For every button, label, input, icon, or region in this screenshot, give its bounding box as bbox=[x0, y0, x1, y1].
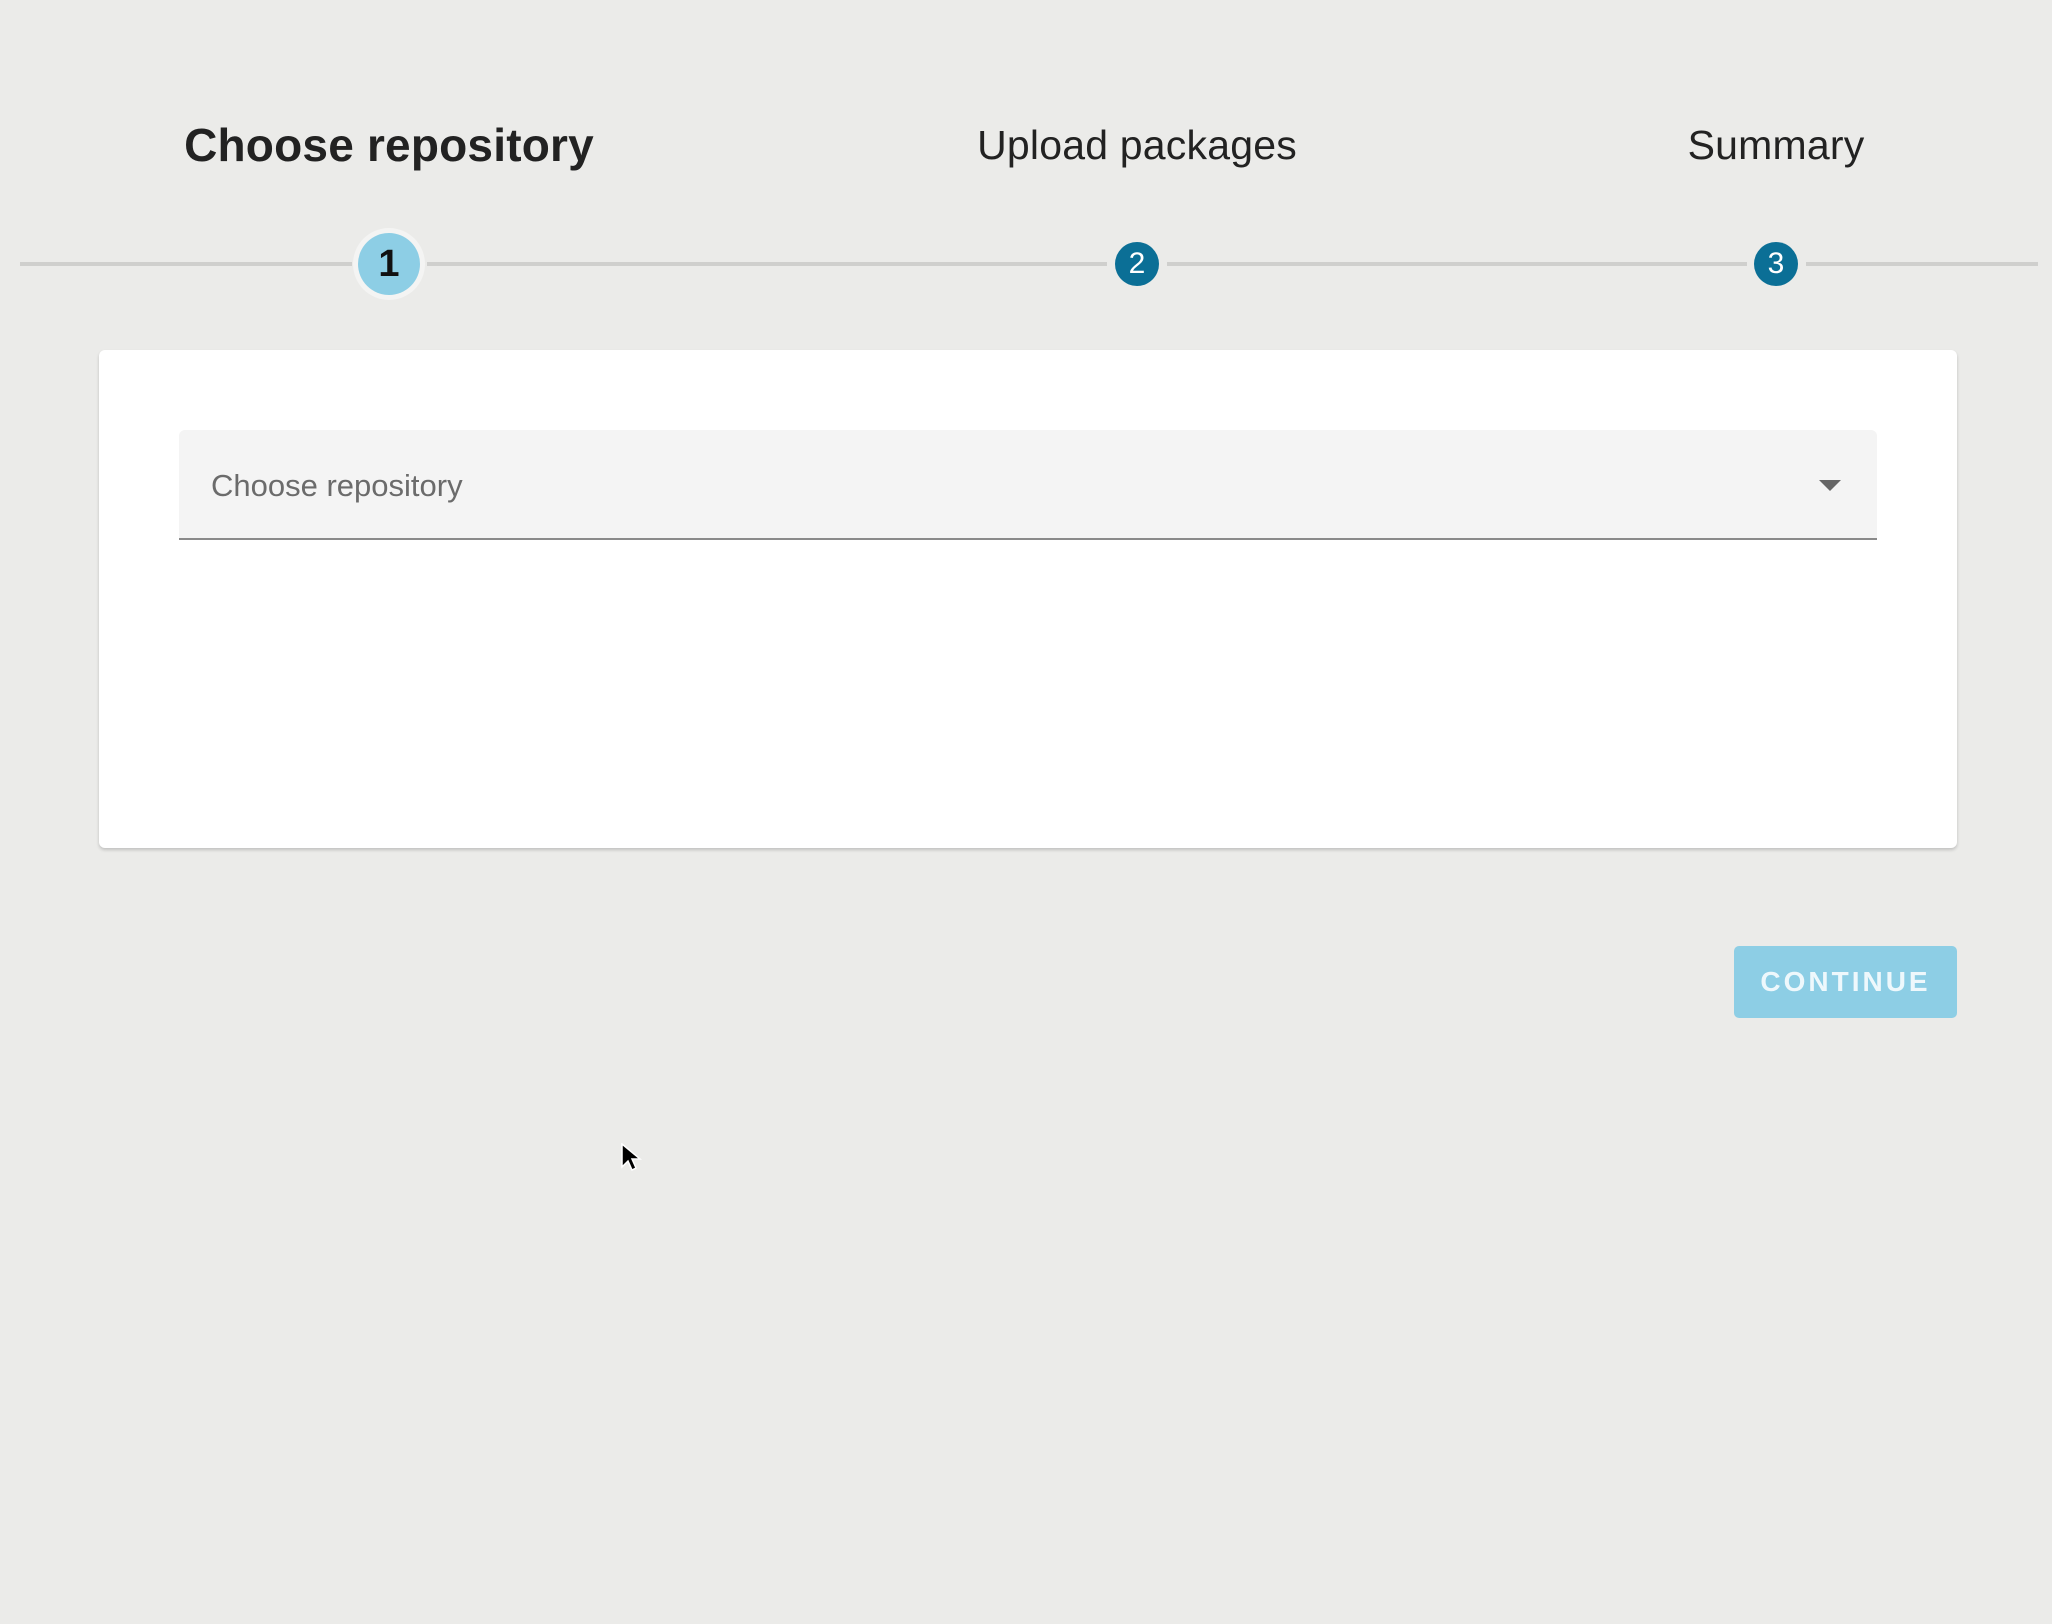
mouse-pointer-icon bbox=[621, 1143, 643, 1171]
step-number: 3 bbox=[1767, 247, 1785, 280]
repository-select-label: Choose repository bbox=[211, 468, 463, 503]
step-number: 1 bbox=[378, 242, 400, 285]
chevron-down-icon[interactable] bbox=[1819, 480, 1841, 491]
step-number: 2 bbox=[1128, 247, 1146, 280]
step-indicator-1[interactable]: 1 bbox=[358, 233, 420, 295]
step-indicator-3[interactable]: 3 bbox=[1754, 242, 1798, 286]
stepper-connector bbox=[1806, 262, 2038, 266]
stepper-connector bbox=[427, 262, 1107, 266]
step-title-summary: Summary bbox=[1687, 122, 1865, 168]
stepper-connector bbox=[20, 262, 352, 266]
repository-card: Choose repository bbox=[99, 350, 1957, 848]
step-title-upload-packages: Upload packages bbox=[977, 122, 1297, 168]
stepper-connector bbox=[1167, 262, 1747, 266]
step-indicator-2[interactable]: 2 bbox=[1115, 242, 1159, 286]
continue-button[interactable]: CONTINUE bbox=[1734, 946, 1957, 1018]
step-title-choose-repository: Choose repository bbox=[184, 119, 594, 171]
stepper: Choose repository Upload packages Summar… bbox=[0, 0, 2052, 300]
repository-select[interactable]: Choose repository bbox=[179, 430, 1877, 540]
